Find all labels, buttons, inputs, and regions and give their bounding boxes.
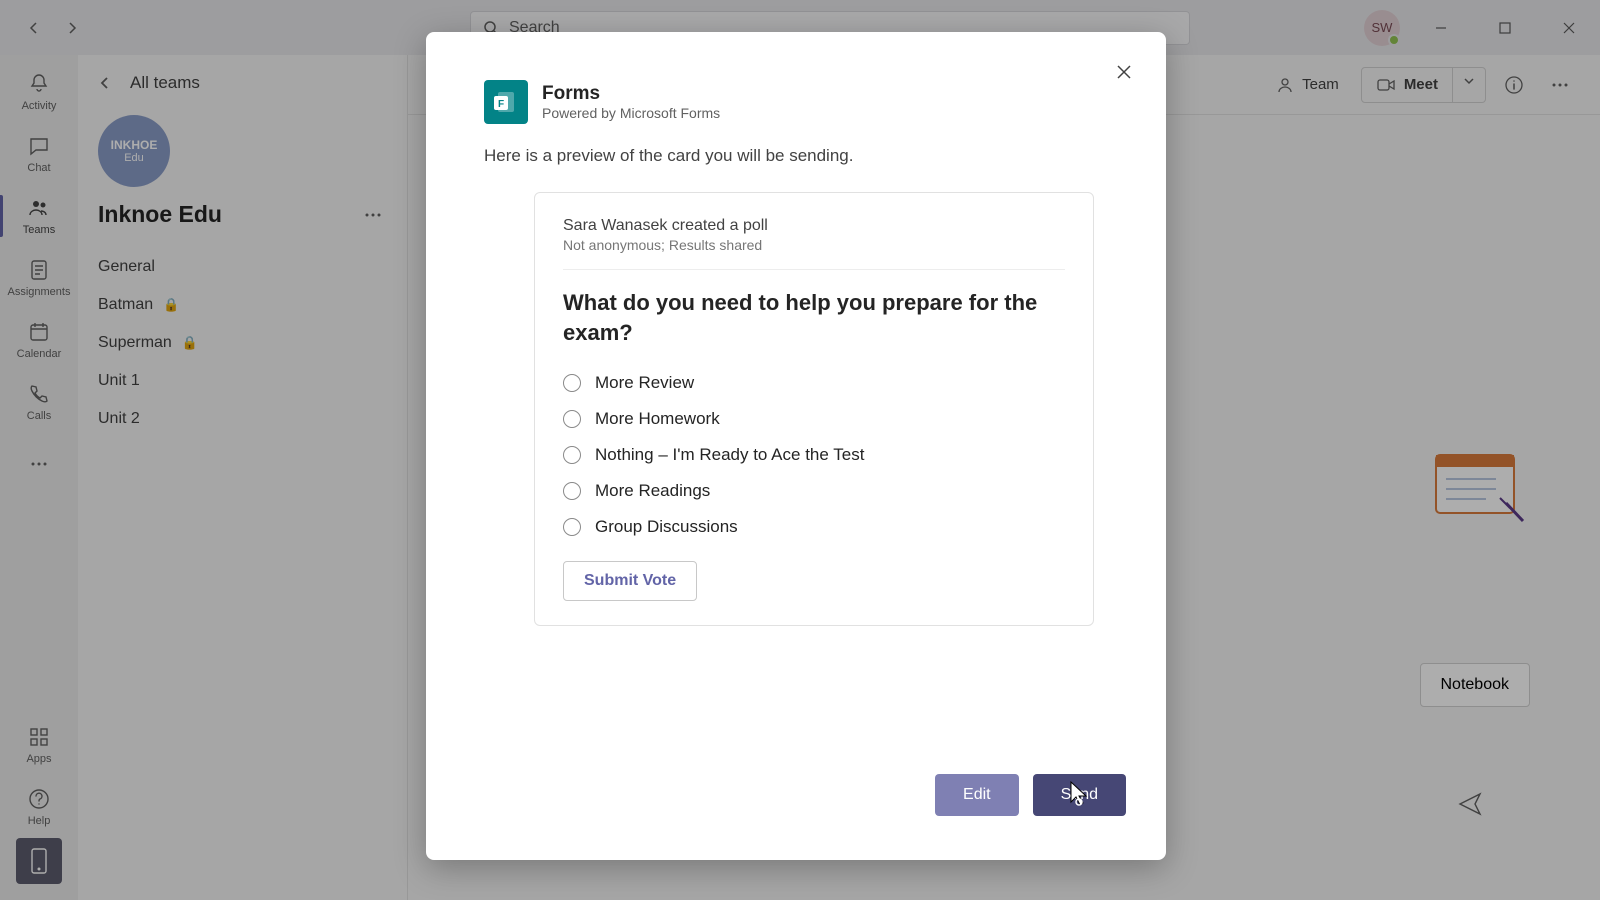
poll-option[interactable]: More Homework [563, 401, 1065, 437]
radio-icon [563, 482, 581, 500]
poll-meta: Not anonymous; Results shared [563, 237, 1065, 253]
poll-option[interactable]: Nothing – I'm Ready to Ace the Test [563, 437, 1065, 473]
poll-creator: Sara Wanasek created a poll [563, 217, 1065, 235]
close-icon [1115, 63, 1133, 81]
poll-preview-card: Sara Wanasek created a poll Not anonymou… [534, 192, 1094, 626]
modal-subtitle: Powered by Microsoft Forms [542, 105, 720, 121]
modal-close-button[interactable] [1110, 58, 1138, 86]
poll-option[interactable]: More Readings [563, 473, 1065, 509]
radio-icon [563, 374, 581, 392]
forms-app-icon: F [484, 80, 528, 124]
svg-text:F: F [498, 99, 504, 110]
poll-option[interactable]: Group Discussions [563, 509, 1065, 545]
forms-modal: F Forms Powered by Microsoft Forms Here … [426, 32, 1166, 860]
poll-question: What do you need to help you prepare for… [563, 288, 1065, 347]
modal-title: Forms [542, 83, 720, 105]
radio-icon [563, 446, 581, 464]
radio-icon [563, 410, 581, 428]
edit-button[interactable]: Edit [935, 774, 1019, 816]
submit-vote-button[interactable]: Submit Vote [563, 561, 697, 601]
send-button[interactable]: Send [1033, 774, 1126, 816]
radio-icon [563, 518, 581, 536]
modal-description: Here is a preview of the card you will b… [426, 124, 1166, 166]
poll-option[interactable]: More Review [563, 365, 1065, 401]
